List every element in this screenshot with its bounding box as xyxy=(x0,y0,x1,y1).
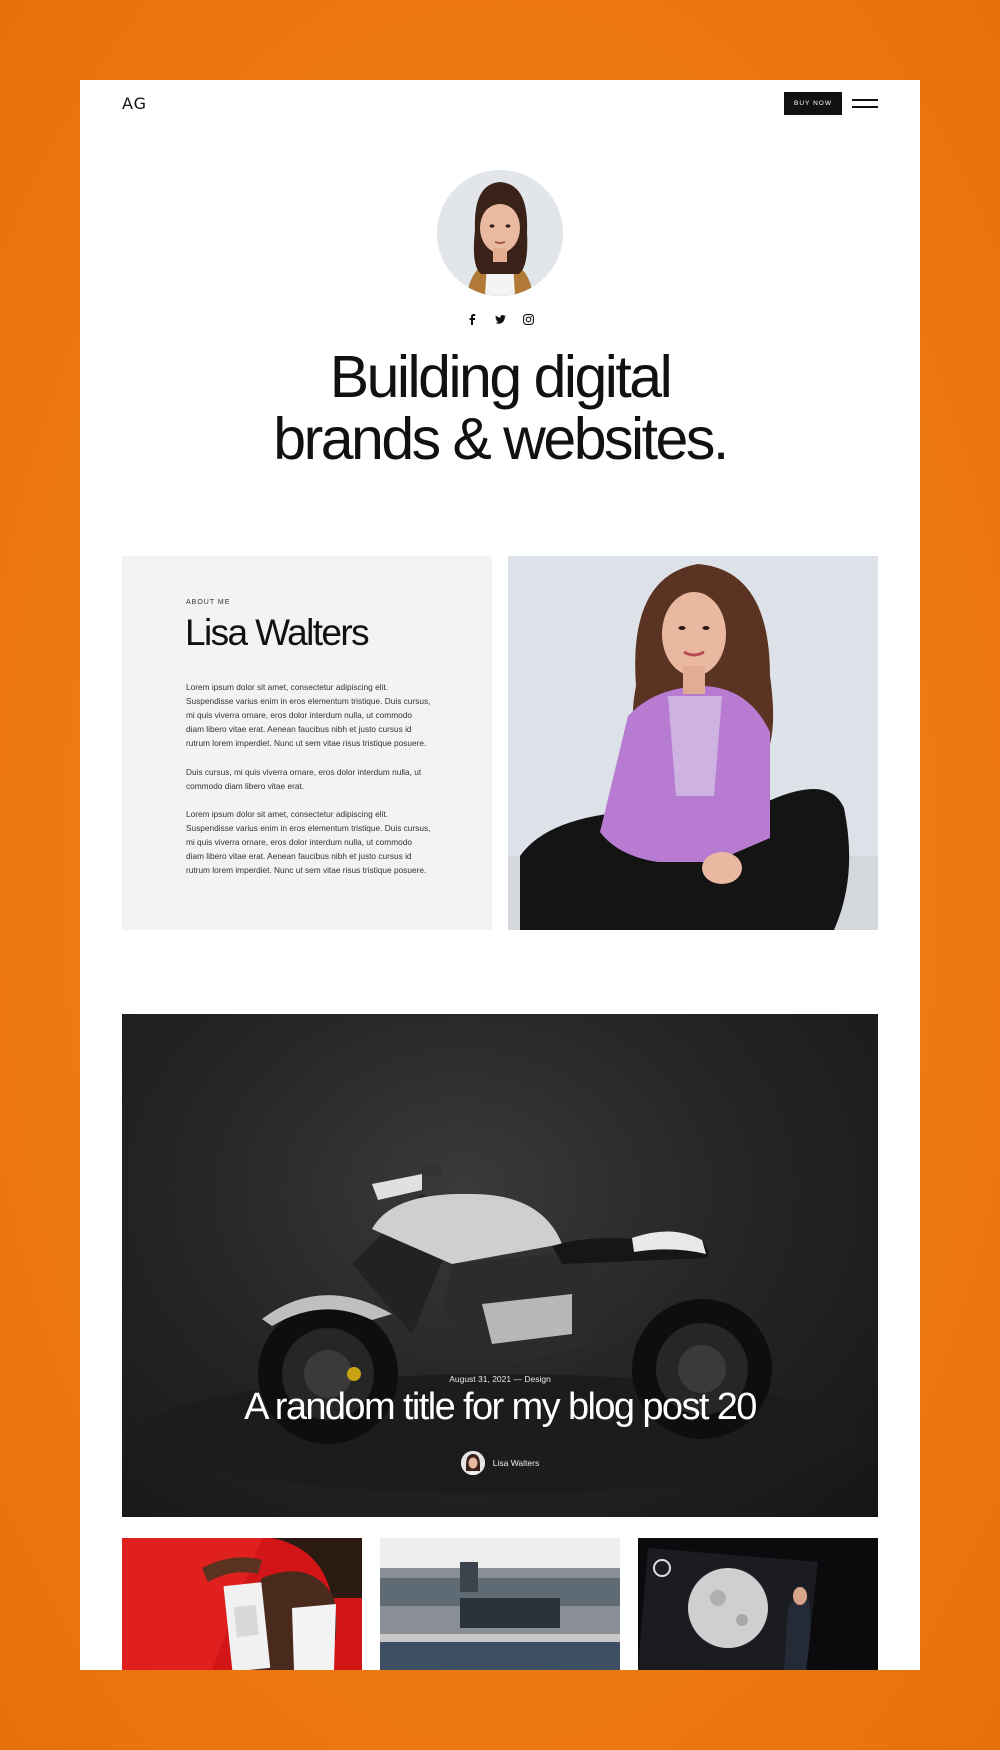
post-meta: August 31, 2021 — Design xyxy=(449,1374,551,1384)
author-avatar xyxy=(460,1451,485,1475)
featured-post-card[interactable]: August 31, 2021 — Design A random title … xyxy=(122,1014,878,1517)
motorcycle-image xyxy=(140,1164,860,1494)
about-name-heading: Lisa Walters xyxy=(185,612,370,653)
hero-headline-line-2: brands & websites. xyxy=(273,406,729,472)
hero-headline: Building digital brands & websites. xyxy=(80,346,920,470)
profile-avatar xyxy=(437,170,563,296)
hero-headline-line-1: Building digital xyxy=(329,344,673,410)
post-author[interactable]: Lisa Walters xyxy=(122,1451,878,1475)
blog-thumbnail[interactable] xyxy=(638,1538,878,1670)
buy-now-button[interactable]: BUY NOW xyxy=(784,92,842,115)
blog-thumbnail[interactable] xyxy=(380,1538,620,1670)
about-portrait-photo xyxy=(508,556,878,930)
site-logo[interactable]: AG xyxy=(122,94,147,113)
post-title[interactable]: A random title for my blog post 20 xyxy=(122,1386,878,1429)
about-card: ABOUT ME Lisa Walters Lorem ipsum dolor … xyxy=(122,556,492,930)
facebook-icon[interactable] xyxy=(466,313,478,325)
hamburger-menu-icon[interactable] xyxy=(852,99,878,108)
about-eyebrow: ABOUT ME xyxy=(186,599,231,606)
twitter-icon[interactable] xyxy=(494,313,506,325)
blog-thumbnail[interactable] xyxy=(122,1538,362,1670)
social-links xyxy=(80,313,920,325)
instagram-icon[interactable] xyxy=(522,313,534,325)
about-paragraph-3: Lorem ipsum dolor sit amet, consectetur … xyxy=(186,809,431,875)
author-name: Lisa Walters xyxy=(492,1458,540,1468)
about-paragraph-1: Lorem ipsum dolor sit amet, consectetur … xyxy=(186,682,431,748)
page-frame: AG BUY NOW Building digital brands & web… xyxy=(80,80,920,1670)
about-paragraph-2: Duis cursus, mi quis viverra ornare, ero… xyxy=(186,767,422,791)
